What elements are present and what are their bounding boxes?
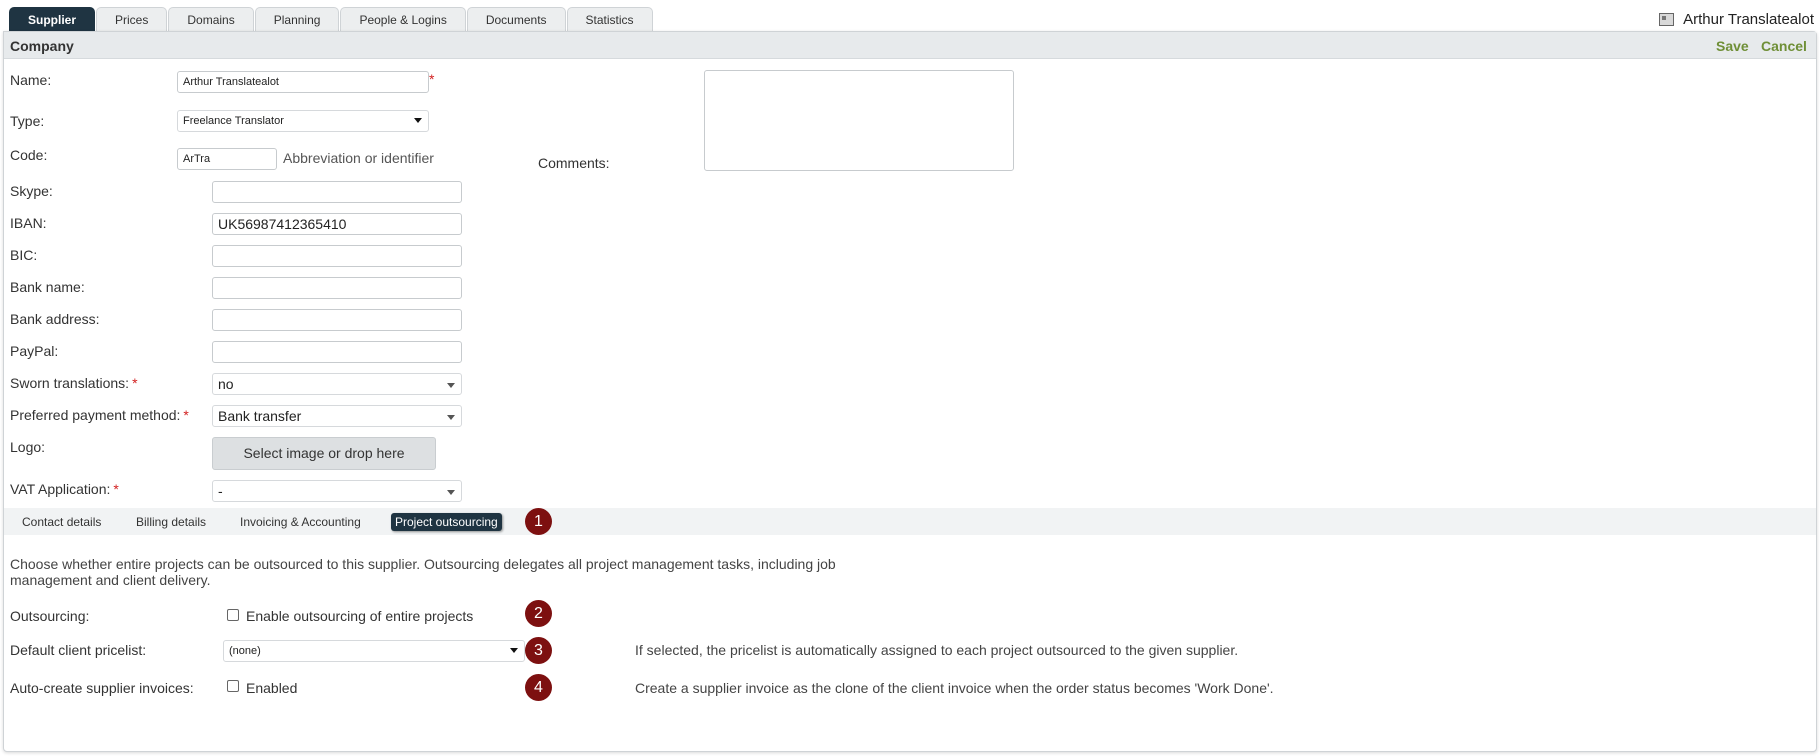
save-button[interactable]: Save <box>1716 38 1749 54</box>
auto-create-checkbox-label: Enabled <box>246 680 298 696</box>
sworn-required-mark: * <box>132 375 138 391</box>
bic-input[interactable] <box>212 245 462 267</box>
tab-statistics[interactable]: Statistics <box>566 7 653 32</box>
logo-label: Logo: <box>10 439 46 455</box>
pricelist-note: If selected, the pricelist is automatica… <box>635 642 1239 658</box>
tab-documents[interactable]: Documents <box>466 7 566 32</box>
user-card-icon <box>1659 13 1675 26</box>
chevron-down-icon <box>447 383 455 388</box>
name-label: Name: <box>10 72 52 88</box>
tab-people-logins[interactable]: People & Logins <box>340 7 466 32</box>
outsourcing-description: Choose whether entire projects can be ou… <box>10 556 836 588</box>
current-user[interactable]: Arthur Translatealot <box>1659 11 1814 28</box>
tab-supplier[interactable]: Supplier <box>9 7 96 32</box>
outsourcing-label: Outsourcing: <box>10 608 90 624</box>
bank-name-input[interactable] <box>212 277 462 299</box>
panel-header: Company Save Cancel <box>4 32 1816 59</box>
iban-input[interactable]: UK56987412365410 <box>212 213 462 235</box>
auto-create-checkbox[interactable] <box>227 680 239 692</box>
callout-badge-2: 2 <box>525 600 552 627</box>
payment-method-value: Bank transfer <box>218 408 302 424</box>
vat-application-label: VAT Application: * <box>10 481 119 497</box>
sub-tab-bar: Contact details Billing details Invoicin… <box>4 508 1816 535</box>
outsourcing-checkbox-label: Enable outsourcing of entire projects <box>246 608 474 624</box>
tab-prices[interactable]: Prices <box>96 7 168 32</box>
type-value: Freelance Translator <box>183 115 284 127</box>
subtab-invoicing-accounting[interactable]: Invoicing & Accounting <box>236 513 365 531</box>
bank-address-input[interactable] <box>212 309 462 331</box>
sworn-translations-value: no <box>218 376 234 392</box>
vat-application-value: - <box>218 483 223 499</box>
vat-required-mark: * <box>113 481 119 497</box>
sworn-translations-label-text: Sworn translations: <box>10 375 130 391</box>
default-pricelist-value: (none) <box>229 645 261 657</box>
chevron-down-icon <box>447 490 455 495</box>
payment-required-mark: * <box>183 407 189 423</box>
code-hint: Abbreviation or identifier <box>283 150 434 166</box>
bank-address-label: Bank address: <box>10 311 100 327</box>
callout-badge-1: 1 <box>525 508 552 535</box>
iban-label: IBAN: <box>10 215 47 231</box>
subtab-billing-details[interactable]: Billing details <box>132 513 210 531</box>
vat-application-select[interactable]: - <box>212 480 462 502</box>
skype-input[interactable] <box>212 181 462 203</box>
callout-badge-3: 3 <box>525 637 552 664</box>
vat-application-label-text: VAT Application: <box>10 481 111 497</box>
subtab-project-outsourcing[interactable]: Project outsourcing <box>391 513 502 531</box>
comments-textarea[interactable] <box>704 70 1014 171</box>
user-name: Arthur Translatealot <box>1683 11 1814 28</box>
subtab-contact-details[interactable]: Contact details <box>18 513 105 531</box>
paypal-input[interactable] <box>212 341 462 363</box>
skype-label: Skype: <box>10 183 53 199</box>
sworn-translations-label: Sworn translations: * <box>10 375 138 391</box>
top-tab-bar: Supplier Prices Domains Planning People … <box>9 7 654 32</box>
tab-planning[interactable]: Planning <box>254 7 340 32</box>
tab-domains[interactable]: Domains <box>168 7 254 32</box>
default-pricelist-label: Default client pricelist: <box>10 642 147 658</box>
auto-create-note: Create a supplier invoice as the clone o… <box>635 680 1274 696</box>
code-label: Code: <box>10 147 48 163</box>
chevron-down-icon <box>414 118 422 123</box>
type-select[interactable]: Freelance Translator <box>177 110 429 132</box>
name-input[interactable]: Arthur Translatealot <box>177 71 429 93</box>
payment-method-label: Preferred payment method: * <box>10 407 189 423</box>
bank-name-label: Bank name: <box>10 279 85 295</box>
paypal-label: PayPal: <box>10 343 59 359</box>
company-panel: Company Save Cancel Name: Arthur Transla… <box>3 31 1817 752</box>
sworn-translations-select[interactable]: no <box>212 373 462 395</box>
type-label: Type: <box>10 113 45 129</box>
logo-upload-button[interactable]: Select image or drop here <box>212 437 436 470</box>
payment-method-label-text: Preferred payment method: <box>10 407 181 423</box>
default-pricelist-select[interactable]: (none) <box>223 640 525 662</box>
code-input[interactable]: ArTra <box>177 148 277 170</box>
name-required-mark: * <box>429 71 435 87</box>
panel-title: Company <box>10 38 74 54</box>
callout-badge-4: 4 <box>525 674 552 701</box>
chevron-down-icon <box>510 648 518 653</box>
bic-label: BIC: <box>10 247 38 263</box>
cancel-button[interactable]: Cancel <box>1761 38 1807 54</box>
payment-method-select[interactable]: Bank transfer <box>212 405 462 427</box>
auto-create-invoices-label: Auto-create supplier invoices: <box>10 680 194 696</box>
outsourcing-checkbox[interactable] <box>227 609 239 621</box>
chevron-down-icon <box>447 415 455 420</box>
comments-label: Comments: <box>538 155 610 171</box>
